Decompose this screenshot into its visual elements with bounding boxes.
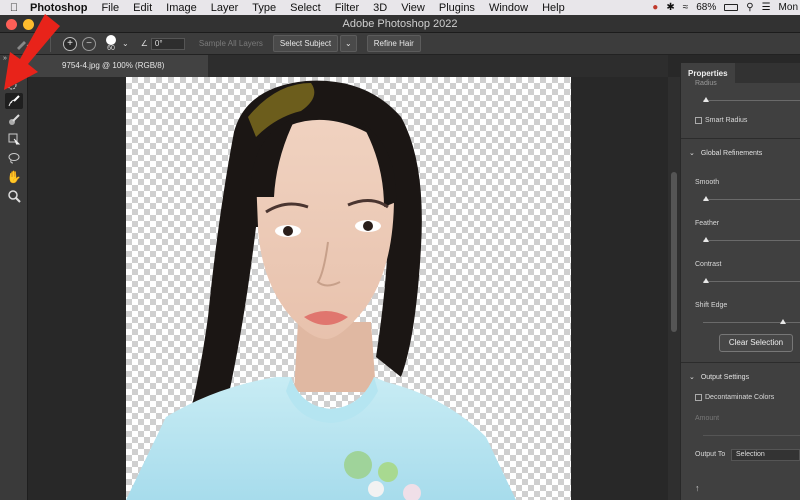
refine-edge-brush-tool[interactable] [5,93,23,109]
slider-handle[interactable] [780,319,786,324]
smart-radius-label: Smart Radius [705,117,748,124]
menu-image[interactable]: Image [159,2,204,14]
window-title-bar: Adobe Photoshop 2022 [0,15,800,33]
output-to-label: Output To [695,451,726,458]
output-to-select[interactable]: Selection [731,449,800,461]
decontaminate-colors-label: Decontaminate Colors [705,394,775,401]
lasso-tool[interactable] [5,150,23,166]
hand-tool[interactable]: ✋ [5,169,23,185]
properties-panel: Properties Radius Smart Radius ⌄ Global … [681,63,800,500]
radius-slider[interactable] [703,97,800,102]
annotation-arrow-icon [4,14,60,90]
vertical-scrollbar[interactable] [668,77,680,500]
brush-tip-icon [106,35,116,45]
shift-edge-slider[interactable] [703,319,800,324]
menu-layer[interactable]: Layer [204,2,246,14]
brush-tool[interactable] [5,112,23,128]
wifi-icon[interactable]: ≈ [683,2,689,13]
menu-file[interactable]: File [94,2,126,14]
smooth-slider[interactable] [703,196,800,201]
feather-label: Feather [695,220,720,227]
output-settings-header[interactable]: ⌄ Output Settings [689,373,749,381]
feather-slider[interactable] [703,237,800,242]
output-settings-label: Output Settings [700,374,750,381]
chevron-down-icon: ⌄ [689,374,695,381]
menu-edit[interactable]: Edit [126,2,159,14]
scrollbar-thumb[interactable] [671,172,677,332]
window-title: Adobe Photoshop 2022 [342,18,458,30]
battery-icon[interactable] [724,4,739,11]
menu-help[interactable]: Help [535,2,572,14]
canvas-area[interactable] [4,14,668,500]
menu-type[interactable]: Type [245,2,283,14]
smooth-label: Smooth [695,179,720,186]
brush-size-value: 60 [107,45,115,52]
menu-3d[interactable]: 3D [366,2,394,14]
chevron-down-icon[interactable]: ⌄ [122,39,129,48]
select-subject-dropdown[interactable]: ⌄ [340,35,357,52]
brush-icon [9,114,20,125]
global-refinements-label: Global Refinements [700,150,763,157]
control-center-icon[interactable]: ☰ [762,2,771,13]
bluetooth-icon[interactable]: ✱ [666,2,674,13]
menu-view[interactable]: View [394,2,432,14]
amount-label: Amount [695,415,720,422]
subtract-from-selection-icon[interactable]: − [82,36,96,51]
options-bar: + − 60 ⌄ ∠ 0° Sample All Layers Select S… [0,33,800,55]
decontaminate-colors-checkbox[interactable] [695,394,702,401]
angle-icon: ∠ [140,39,148,48]
creative-cloud-icon[interactable]: ● [652,2,658,13]
hand-icon: ✋ [6,170,22,184]
slider-handle[interactable] [703,97,709,102]
brush-size-preview[interactable]: 60 [104,35,118,52]
menu-plugins[interactable]: Plugins [432,2,482,14]
battery-percent: 68% [696,2,717,13]
tools-panel: » ✋ [0,55,28,500]
global-refinements-header[interactable]: ⌄ Global Refinements [689,149,762,157]
lasso-icon [8,153,20,164]
menu-select[interactable]: Select [283,2,328,14]
zoom-icon [8,190,21,203]
contrast-slider[interactable] [703,278,800,283]
clear-selection-button[interactable]: Clear Selection [719,334,793,352]
menu-window[interactable]: Window [482,2,535,14]
menu-filter[interactable]: Filter [328,2,366,14]
add-to-selection-icon[interactable]: + [63,36,77,51]
search-icon[interactable]: ⚲ [746,2,753,13]
object-selection-icon [8,133,21,145]
slider-handle[interactable] [703,196,709,201]
radius-label: Radius [695,80,717,87]
chevron-down-icon: ⌄ [689,150,695,157]
portrait-image [126,80,516,500]
smart-radius-checkbox[interactable] [695,117,702,124]
slider-handle[interactable] [703,237,709,242]
document-tab-bar: 9754-4.jpg @ 100% (RGB/8) [28,55,668,77]
amount-slider[interactable] [703,435,800,436]
menu-bar:  Photoshop File Edit Image Layer Type S… [0,0,800,15]
sample-all-layers-checkbox-label[interactable]: Sample All Layers [199,39,263,48]
slider-handle[interactable] [703,278,709,283]
remember-settings-icon[interactable]: ↑ [695,483,700,493]
zoom-tool[interactable] [5,188,23,204]
select-subject-button[interactable]: Select Subject [272,35,339,52]
angle-input[interactable]: 0° [150,37,185,50]
shift-edge-label: Shift Edge [695,302,728,309]
contrast-label: Contrast [695,261,722,268]
refine-edge-brush-icon [8,95,20,107]
object-selection-tool[interactable] [5,131,23,147]
document-canvas[interactable] [126,77,571,500]
refine-hair-button[interactable]: Refine Hair [366,35,421,52]
clock: Mon [778,2,798,13]
